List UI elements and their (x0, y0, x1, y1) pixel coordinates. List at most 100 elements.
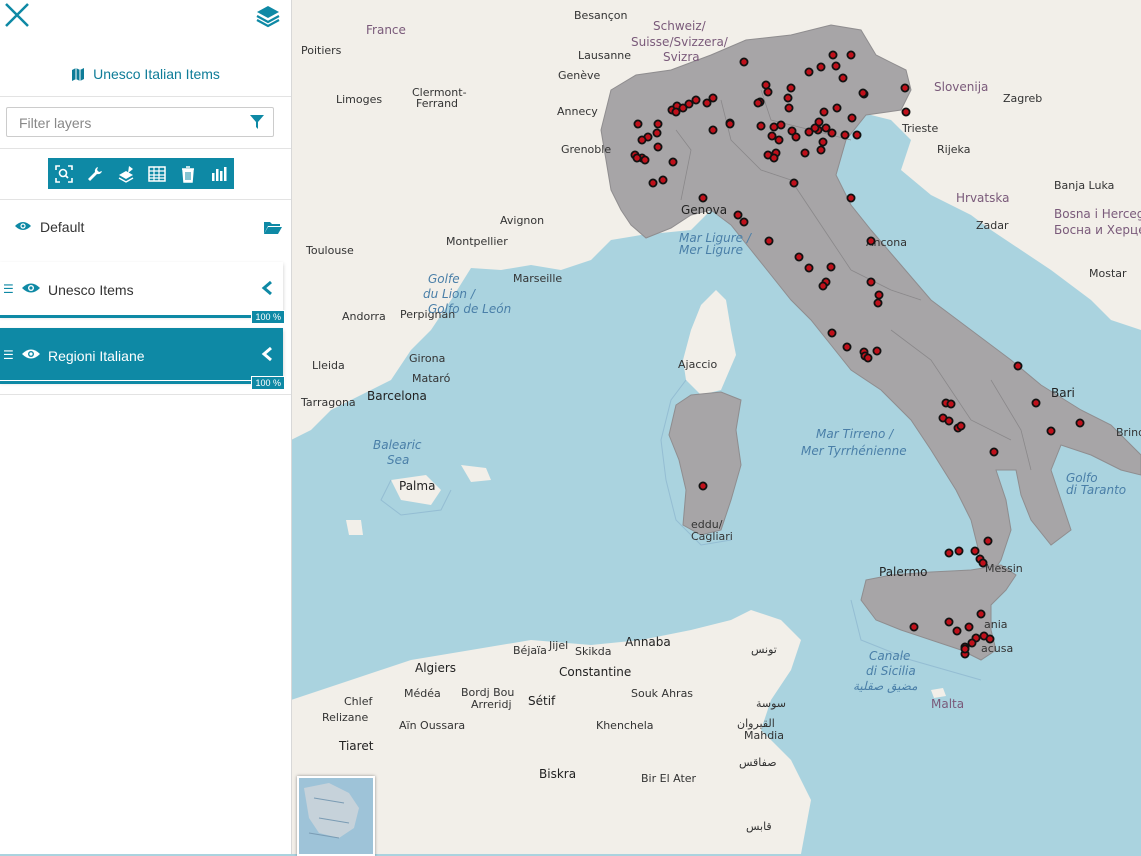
unesco-site-marker[interactable] (954, 546, 964, 556)
unesco-site-marker[interactable] (769, 153, 779, 163)
chevron-left-icon[interactable] (261, 280, 273, 301)
unesco-site-marker[interactable] (985, 634, 995, 644)
unesco-site-marker[interactable] (789, 178, 799, 188)
eye-icon[interactable] (14, 219, 32, 235)
unesco-site-marker[interactable] (1013, 361, 1023, 371)
filter-icon[interactable] (249, 114, 265, 135)
unesco-site-marker[interactable] (846, 50, 856, 60)
unesco-site-marker[interactable] (978, 558, 988, 568)
unesco-site-marker[interactable] (944, 617, 954, 627)
unesco-site-marker[interactable] (767, 131, 777, 141)
unesco-site-marker[interactable] (874, 290, 884, 300)
unesco-site-marker[interactable] (900, 83, 910, 93)
unesco-site-marker[interactable] (804, 263, 814, 273)
unesco-site-marker[interactable] (816, 62, 826, 72)
unesco-site-marker[interactable] (640, 155, 650, 165)
unesco-site-marker[interactable] (733, 210, 743, 220)
unesco-site-marker[interactable] (725, 119, 735, 129)
unesco-site-marker[interactable] (866, 236, 876, 246)
unesco-site-marker[interactable] (684, 99, 694, 109)
unesco-site-marker[interactable] (784, 103, 794, 113)
unesco-site-marker[interactable] (708, 125, 718, 135)
unesco-site-marker[interactable] (1075, 418, 1085, 428)
unesco-site-marker[interactable] (873, 298, 883, 308)
unesco-site-marker[interactable] (800, 148, 810, 158)
map-canvas[interactable]: France Schweiz/ Suisse/Svizzera/ Svizra … (291, 0, 1141, 854)
layer-item-unesco[interactable]: ☰ Unesco Items 100 % (0, 262, 285, 324)
unesco-site-marker[interactable] (769, 122, 779, 132)
unesco-site-marker[interactable] (633, 119, 643, 129)
zoom-to-layer-icon[interactable] (48, 158, 79, 189)
unesco-site-marker[interactable] (909, 622, 919, 632)
eye-icon[interactable] (21, 281, 41, 300)
unesco-site-marker[interactable] (944, 548, 954, 558)
unesco-site-marker[interactable] (831, 61, 841, 71)
style-brush-icon[interactable] (110, 158, 141, 189)
unesco-site-marker[interactable] (826, 262, 836, 272)
unesco-site-marker[interactable] (828, 50, 838, 60)
unesco-site-marker[interactable] (671, 107, 681, 117)
eye-icon[interactable] (21, 347, 41, 366)
layers-icon[interactable] (255, 3, 281, 29)
unesco-site-marker[interactable] (960, 644, 970, 654)
unesco-site-marker[interactable] (708, 93, 718, 103)
unesco-site-marker[interactable] (819, 107, 829, 117)
unesco-site-marker[interactable] (763, 87, 773, 97)
unesco-site-marker[interactable] (827, 128, 837, 138)
unesco-site-marker[interactable] (863, 353, 873, 363)
unesco-site-marker[interactable] (816, 145, 826, 155)
unesco-site-marker[interactable] (983, 536, 993, 546)
unesco-site-marker[interactable] (761, 80, 771, 90)
trash-icon[interactable] (172, 158, 203, 189)
filter-layers-input[interactable] (7, 108, 251, 138)
unesco-site-marker[interactable] (637, 135, 647, 145)
wrench-icon[interactable] (79, 158, 110, 189)
unesco-site-marker[interactable] (764, 236, 774, 246)
filter-layers-field[interactable] (6, 107, 274, 138)
unesco-site-marker[interactable] (804, 67, 814, 77)
opacity-bar[interactable] (0, 315, 253, 318)
unesco-site-marker[interactable] (976, 609, 986, 619)
unesco-site-marker[interactable] (698, 193, 708, 203)
unesco-site-marker[interactable] (818, 137, 828, 147)
unesco-site-marker[interactable] (858, 88, 868, 98)
unesco-site-marker[interactable] (901, 107, 911, 117)
unesco-site-marker[interactable] (698, 481, 708, 491)
drag-handle-icon[interactable]: ☰ (3, 348, 14, 362)
unesco-site-marker[interactable] (691, 95, 701, 105)
unesco-site-marker[interactable] (872, 346, 882, 356)
unesco-site-marker[interactable] (658, 175, 668, 185)
unesco-site-marker[interactable] (840, 130, 850, 140)
unesco-site-marker[interactable] (852, 130, 862, 140)
unesco-site-marker[interactable] (739, 217, 749, 227)
unesco-site-marker[interactable] (776, 120, 786, 130)
unesco-site-marker[interactable] (652, 128, 662, 138)
unesco-site-marker[interactable] (783, 93, 793, 103)
unesco-site-marker[interactable] (952, 626, 962, 636)
unesco-site-marker[interactable] (1031, 398, 1041, 408)
overview-minimap[interactable] (297, 776, 375, 856)
opacity-bar[interactable] (0, 380, 253, 384)
unesco-site-marker[interactable] (786, 83, 796, 93)
layer-item-regioni[interactable]: ☰ Regioni Italiane 100 % (0, 328, 285, 390)
unesco-site-marker[interactable] (810, 123, 820, 133)
unesco-site-marker[interactable] (838, 73, 848, 83)
drag-handle-icon[interactable]: ☰ (3, 282, 14, 296)
unesco-site-marker[interactable] (956, 421, 966, 431)
unesco-site-marker[interactable] (827, 328, 837, 338)
unesco-site-marker[interactable] (842, 342, 852, 352)
unesco-site-marker[interactable] (653, 142, 663, 152)
unesco-site-marker[interactable] (756, 121, 766, 131)
unesco-site-marker[interactable] (791, 132, 801, 142)
unesco-site-marker[interactable] (818, 281, 828, 291)
unesco-site-marker[interactable] (847, 113, 857, 123)
map-view[interactable]: France Schweiz/ Suisse/Svizzera/ Svizra … (291, 0, 1141, 854)
unesco-site-marker[interactable] (832, 103, 842, 113)
unesco-site-marker[interactable] (753, 98, 763, 108)
unesco-site-marker[interactable] (1046, 426, 1056, 436)
unesco-site-marker[interactable] (653, 119, 663, 129)
unesco-site-marker[interactable] (668, 157, 678, 167)
unesco-site-marker[interactable] (794, 252, 804, 262)
close-icon[interactable] (4, 2, 30, 28)
unesco-site-marker[interactable] (967, 638, 977, 648)
